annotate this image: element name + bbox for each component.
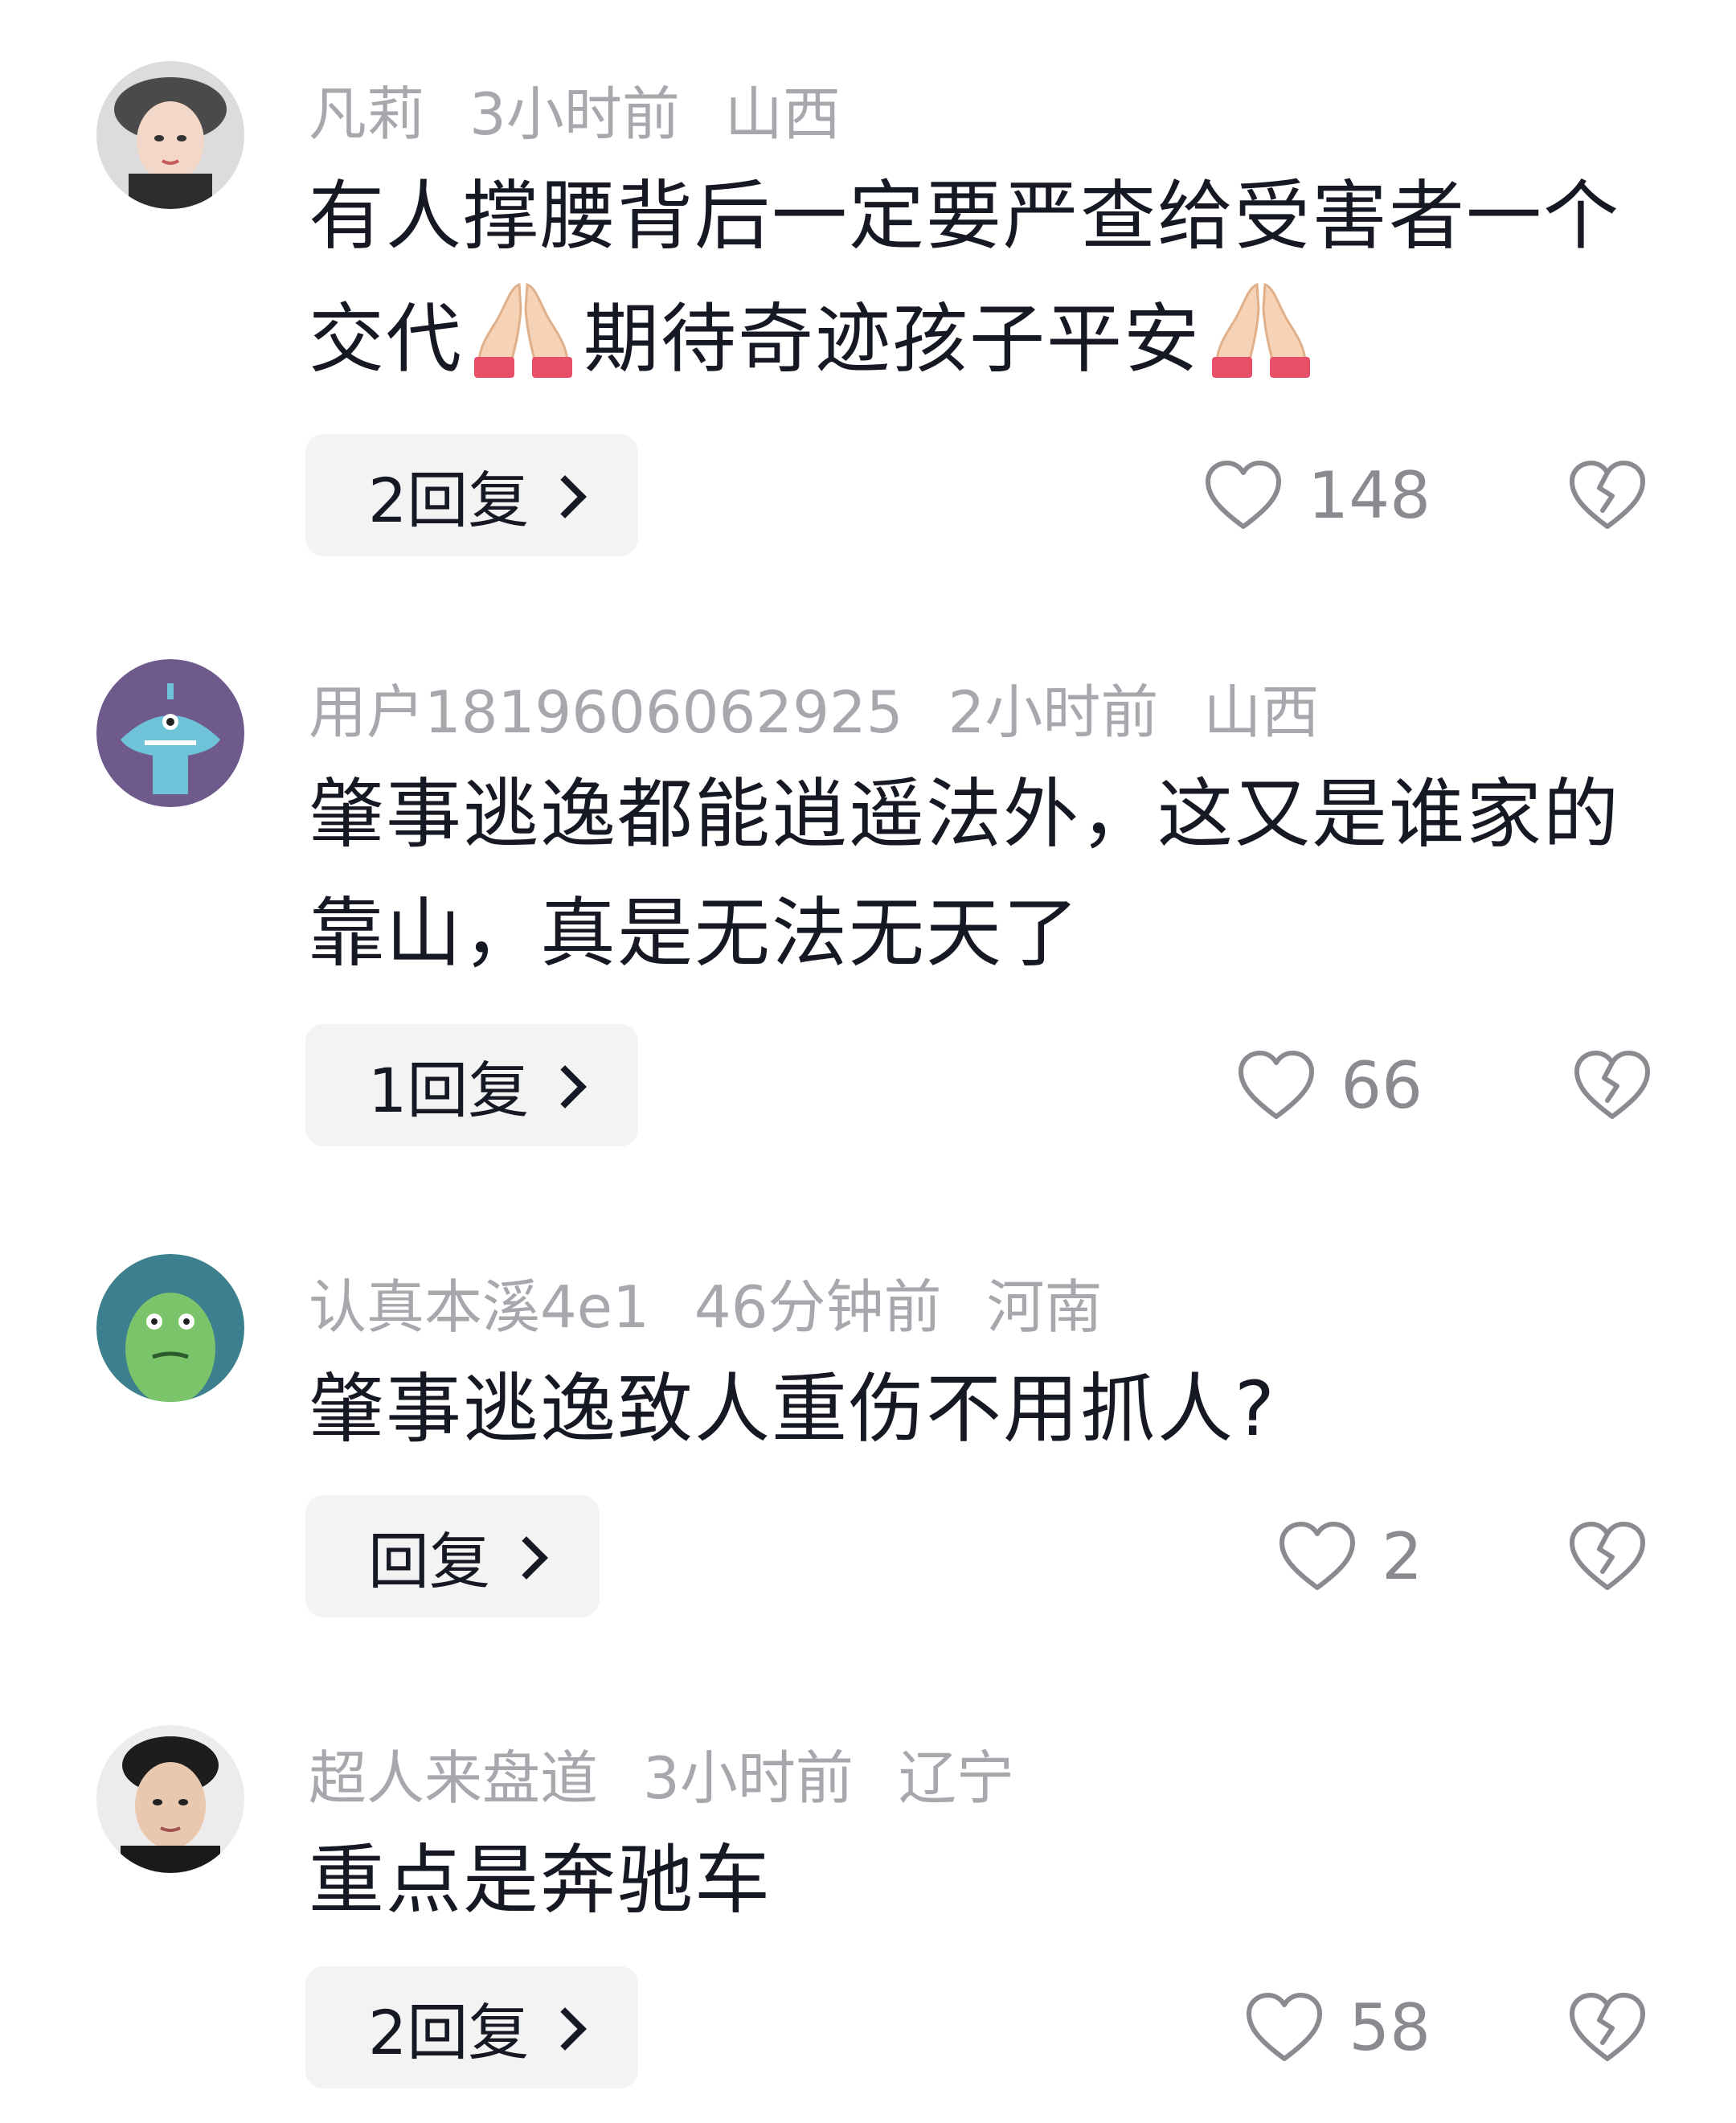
dislike-button[interactable] xyxy=(1567,1966,1648,2088)
chevron-right-icon xyxy=(543,475,588,518)
location: 山西 xyxy=(1203,678,1320,746)
comment-meta: 用户1819606062925 2小时前 山西 xyxy=(309,674,1319,751)
avatar[interactable] xyxy=(96,61,244,209)
username[interactable]: 超人来盘道 xyxy=(309,1744,598,1812)
location: 辽宁 xyxy=(898,1744,1014,1812)
comment-text: 肇事逃逸都能逍遥法外，这又是谁家的靠山，真是无法无天了 xyxy=(309,771,1621,977)
timestamp: 46分钟前 xyxy=(694,1273,942,1341)
comment-meta: 超人来盘道 3小时前 辽宁 xyxy=(309,1740,1014,1817)
comment-text: 有人撑腰背后一定要严查给受害者一个交代 期待奇迹孩子平安 xyxy=(309,173,1621,383)
like-count: 66 xyxy=(1341,1047,1423,1123)
like-count: 2 xyxy=(1382,1518,1423,1594)
like-count: 148 xyxy=(1308,457,1431,533)
view-replies-button[interactable]: 回复 xyxy=(305,1495,600,1617)
comment-meta: 凡莉 3小时前 山西 xyxy=(309,76,841,153)
chevron-right-icon xyxy=(543,1065,588,1109)
folded-hands-emoji xyxy=(463,277,583,381)
dislike-button[interactable] xyxy=(1572,1024,1652,1146)
timestamp: 3小时前 xyxy=(469,80,680,148)
broken-heart-icon xyxy=(1567,459,1648,531)
broken-heart-icon xyxy=(1567,1520,1648,1592)
username[interactable]: 用户1819606062925 xyxy=(309,678,903,746)
timestamp: 3小时前 xyxy=(643,1744,854,1812)
timestamp: 2小时前 xyxy=(948,678,1159,746)
heart-outline-icon xyxy=(1203,459,1284,531)
folded-hands-emoji xyxy=(1201,277,1321,381)
heart-outline-icon xyxy=(1277,1520,1357,1592)
dislike-button[interactable] xyxy=(1567,1495,1648,1617)
username[interactable]: 凡莉 xyxy=(309,80,424,148)
chevron-right-icon xyxy=(505,1536,548,1580)
comment-text: 肇事逃逸致人重伤不用抓人? xyxy=(309,1366,1276,1453)
avatar[interactable] xyxy=(96,659,244,807)
heart-outline-icon xyxy=(1244,1991,1325,2064)
dislike-button[interactable] xyxy=(1567,434,1648,556)
comment-meta: 认真本溪4e1 46分钟前 河南 xyxy=(309,1268,1103,1346)
location: 河南 xyxy=(986,1273,1103,1341)
chevron-right-icon xyxy=(543,2007,588,2051)
comment-text: 重点是奔驰车 xyxy=(309,1837,772,1924)
view-replies-button[interactable]: 1回复 xyxy=(305,1024,639,1146)
view-replies-button[interactable]: 2回复 xyxy=(305,434,639,556)
like-count: 58 xyxy=(1349,1990,1431,2065)
location: 山西 xyxy=(724,80,841,148)
view-replies-button[interactable]: 2回复 xyxy=(305,1966,639,2088)
like-button[interactable]: 2 xyxy=(1277,1495,1423,1617)
broken-heart-icon xyxy=(1572,1049,1652,1121)
broken-heart-icon xyxy=(1567,1991,1648,2064)
like-button[interactable]: 58 xyxy=(1244,1966,1431,2088)
heart-outline-icon xyxy=(1236,1049,1316,1121)
avatar[interactable] xyxy=(96,1254,244,1402)
avatar[interactable] xyxy=(96,1725,244,1873)
username[interactable]: 认真本溪4e1 xyxy=(309,1273,649,1341)
like-button[interactable]: 148 xyxy=(1203,434,1431,556)
like-button[interactable]: 66 xyxy=(1236,1024,1423,1146)
